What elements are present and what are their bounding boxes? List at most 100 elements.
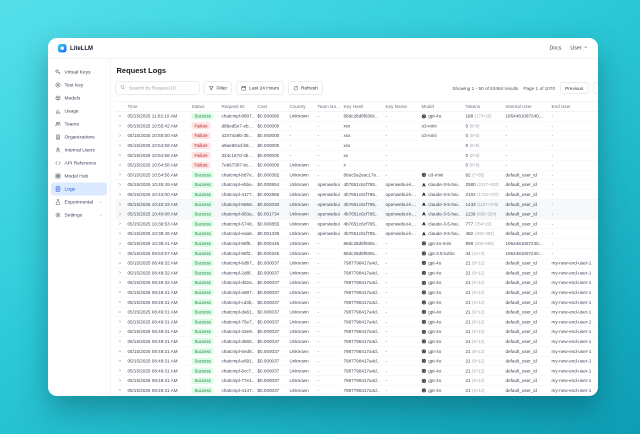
request-id-cell[interactable]: chatcmpl-ebbe..: [222, 182, 258, 187]
sidebar-item-model-hub[interactable]: Model Hub: [51, 170, 107, 183]
row-expander-icon[interactable]: >: [119, 329, 122, 335]
row-expander-icon[interactable]: >: [119, 113, 122, 119]
docs-link[interactable]: Docs: [549, 45, 561, 51]
sidebar-item-organizations[interactable]: Organizations: [51, 131, 107, 144]
request-id-cell[interactable]: 7eb67387-bcc2..: [222, 163, 258, 168]
table-row[interactable]: >05/15/2025 08:49:31 AMSuccesschatcmpl-6…: [116, 347, 599, 357]
request-id-cell[interactable]: chatcmpl-4147..: [222, 388, 258, 393]
sidebar-item-teams[interactable]: Teams: [51, 118, 107, 131]
row-expander-icon[interactable]: >: [119, 143, 122, 149]
request-id-cell[interactable]: 324c187d-4b4e..: [222, 153, 258, 158]
table-row[interactable]: >05/15/2025 08:49:32 AMSuccesschatcmpl-d…: [116, 278, 599, 288]
request-id-cell[interactable]: d8bed5e7-eb88..: [222, 123, 258, 128]
table-row[interactable]: >05/15/2025 10:54:56 AMSuccesschatcmpl-b…: [116, 170, 599, 180]
table-row[interactable]: >05/15/2025 11:02:10 AMSuccesschatcmpl-8…: [116, 112, 599, 122]
table-row[interactable]: >05/15/2025 10:54:58 AMFailure324c187d-4…: [116, 151, 599, 161]
request-id-cell[interactable]: chatcmpl-883a..: [222, 212, 258, 217]
table-row[interactable]: >05/15/2025 10:54:58 AMFailure7eb67387-b…: [116, 160, 599, 170]
row-expander-icon[interactable]: >: [119, 280, 122, 286]
row-expander-icon[interactable]: >: [117, 213, 123, 216]
table-row[interactable]: >05/15/2025 10:55:00 AMFailure43474a9b-3…: [116, 131, 599, 141]
row-expander-icon[interactable]: >: [119, 182, 122, 188]
previous-button[interactable]: Previous: [560, 82, 588, 94]
row-expander-icon[interactable]: >: [119, 162, 122, 168]
filter-button[interactable]: Filter: [204, 82, 233, 95]
request-id-cell[interactable]: chatcmpl-a887..: [222, 290, 258, 295]
user-menu[interactable]: User: [570, 45, 588, 51]
request-id-cell[interactable]: chatcmpl-5858..: [222, 202, 258, 207]
table-row[interactable]: >05/15/2025 08:49:31 AMSuccesschatcmpl-7…: [116, 376, 599, 386]
table-row[interactable]: >05/15/2025 08:49:32 AMSuccesschatcmpl-6…: [116, 258, 599, 268]
request-id-cell[interactable]: chatcmpl-d865..: [222, 339, 258, 344]
request-id-cell[interactable]: chatcmpl-5748..: [222, 221, 258, 226]
request-id-cell[interactable]: chatcmpl-43e9..: [222, 329, 258, 334]
row-expander-icon[interactable]: >: [119, 260, 122, 266]
table-row[interactable]: >05/15/2025 09:53:57 AMSuccesschatcmpl-8…: [116, 249, 599, 259]
table-row[interactable]: >05/15/2025 08:49:31 AMSuccesschatcmpl-a…: [116, 288, 599, 298]
table-row[interactable]: >05/15/2025 08:49:31 AMSuccesschatcmpl-4…: [116, 327, 599, 337]
search-input[interactable]: [128, 85, 195, 92]
row-expander-icon[interactable]: >: [119, 172, 122, 178]
row-expander-icon[interactable]: >: [119, 192, 122, 198]
row-expander-icon[interactable]: >: [119, 319, 122, 325]
row-expander-icon[interactable]: >: [119, 251, 122, 257]
table-row[interactable]: >05/15/2025 10:45:49 AMSuccesschatcmpl-e…: [116, 180, 599, 190]
request-id-cell[interactable]: chatcmpl-da61..: [222, 310, 258, 315]
table-row[interactable]: >05/15/2025 10:54:59 AMFailurea9ae681d-b…: [116, 141, 599, 151]
table-row[interactable]: >05/15/2025 10:40:33 AMSuccesschatcmpl-5…: [116, 200, 599, 210]
request-id-cell[interactable]: chatcmpl-6db7..: [222, 261, 258, 266]
row-expander-icon[interactable]: >: [119, 231, 122, 237]
row-expander-icon[interactable]: >: [117, 203, 123, 206]
row-expander-icon[interactable]: >: [119, 123, 122, 129]
row-expander-icon[interactable]: >: [119, 153, 122, 159]
sidebar-item-test-key[interactable]: Test Key: [51, 79, 107, 92]
request-id-cell[interactable]: chatcmpl-2d8f..: [222, 270, 258, 275]
request-id-cell[interactable]: chatcmpl-6ed8..: [222, 349, 258, 354]
table-row[interactable]: >05/15/2025 08:49:31 AMSuccesschatcmpl-d…: [116, 337, 599, 347]
request-id-cell[interactable]: 43474a9b-3586..: [222, 133, 258, 138]
row-expander-icon[interactable]: >: [119, 133, 122, 139]
table-row[interactable]: >05/15/2025 10:43:00 AMSuccesschatcmpl-4…: [116, 190, 599, 200]
time-range-button[interactable]: Last 24 Hours: [236, 82, 284, 95]
request-id-cell[interactable]: chatcmpl-eaa6..: [222, 231, 258, 236]
request-id-cell[interactable]: chatcmpl-4177..: [222, 192, 258, 197]
table-row[interactable]: >05/15/2025 10:39:46 AMSuccesschatcmpl-e…: [116, 229, 599, 239]
request-id-cell[interactable]: chatcmpl-88f3..: [222, 251, 258, 256]
row-expander-icon[interactable]: >: [119, 270, 122, 276]
sidebar-item-experimental[interactable]: Experimental: [51, 196, 107, 209]
request-id-cell[interactable]: chatcmpl-e891..: [222, 359, 258, 364]
row-expander-icon[interactable]: >: [119, 300, 122, 306]
sidebar-item-virtual-keys[interactable]: Virtual Keys: [51, 66, 107, 79]
search-box[interactable]: [116, 81, 200, 95]
table-row[interactable]: >05/15/2025 10:55:42 AMFailured8bed5e7-e…: [116, 121, 599, 131]
request-id-cell[interactable]: chatcmpl-75e7..: [222, 319, 258, 324]
refresh-button[interactable]: Refresh: [288, 82, 323, 95]
table-row[interactable]: >05/15/2025 08:49:31 AMSuccesschatcmpl-d…: [116, 307, 599, 317]
table-row[interactable]: >05/15/2025 08:49:31 AMSuccesschatcmpl-6…: [116, 366, 599, 376]
row-expander-icon[interactable]: >: [119, 221, 122, 227]
request-id-cell[interactable]: a9ae681d-b8b8..: [222, 143, 258, 148]
table-row[interactable]: >05/15/2025 08:49:32 AMSuccesschatcmpl-2…: [116, 268, 599, 278]
request-id-cell[interactable]: chatcmpl-88f5..: [222, 241, 258, 246]
table-row[interactable]: >05/15/2025 08:49:31 AMSuccesschatcmpl-7…: [116, 317, 599, 327]
request-id-cell[interactable]: chatcmpl-8807..: [222, 114, 258, 119]
sidebar-item-logs[interactable]: Logs: [51, 183, 107, 196]
request-id-cell[interactable]: chatcmpl-d52a..: [222, 280, 258, 285]
row-expander-icon[interactable]: >: [119, 290, 122, 296]
table-row[interactable]: >05/15/2025 10:38:41 AMSuccesschatcmpl-8…: [116, 239, 599, 249]
row-expander-icon[interactable]: >: [119, 388, 122, 394]
row-expander-icon[interactable]: >: [119, 339, 122, 345]
row-expander-icon[interactable]: >: [119, 349, 122, 355]
table-row[interactable]: >05/15/2025 08:49:31 AMSuccesschatcmpl-e…: [116, 356, 599, 366]
request-id-cell[interactable]: chatcmpl-6cc7..: [222, 368, 258, 373]
request-id-cell[interactable]: chatcmpl-b87e..: [222, 172, 258, 177]
table-row[interactable]: >05/15/2025 08:49:31 AMSuccesschatcmpl-4…: [116, 386, 599, 396]
request-id-cell[interactable]: chatcmpl-cd3b..: [222, 300, 258, 305]
sidebar-item-api-reference[interactable]: API Reference: [51, 157, 107, 170]
row-expander-icon[interactable]: >: [119, 309, 122, 315]
row-expander-icon[interactable]: >: [119, 241, 122, 247]
table-row[interactable]: >05/15/2025 10:39:53 AMSuccesschatcmpl-5…: [116, 219, 599, 229]
row-expander-icon[interactable]: >: [119, 358, 122, 364]
table-row[interactable]: >05/15/2025 10:40:08 AMSuccesschatcmpl-8…: [116, 209, 599, 219]
table-row[interactable]: >05/15/2025 08:49:31 AMSuccesschatcmpl-c…: [116, 298, 599, 308]
